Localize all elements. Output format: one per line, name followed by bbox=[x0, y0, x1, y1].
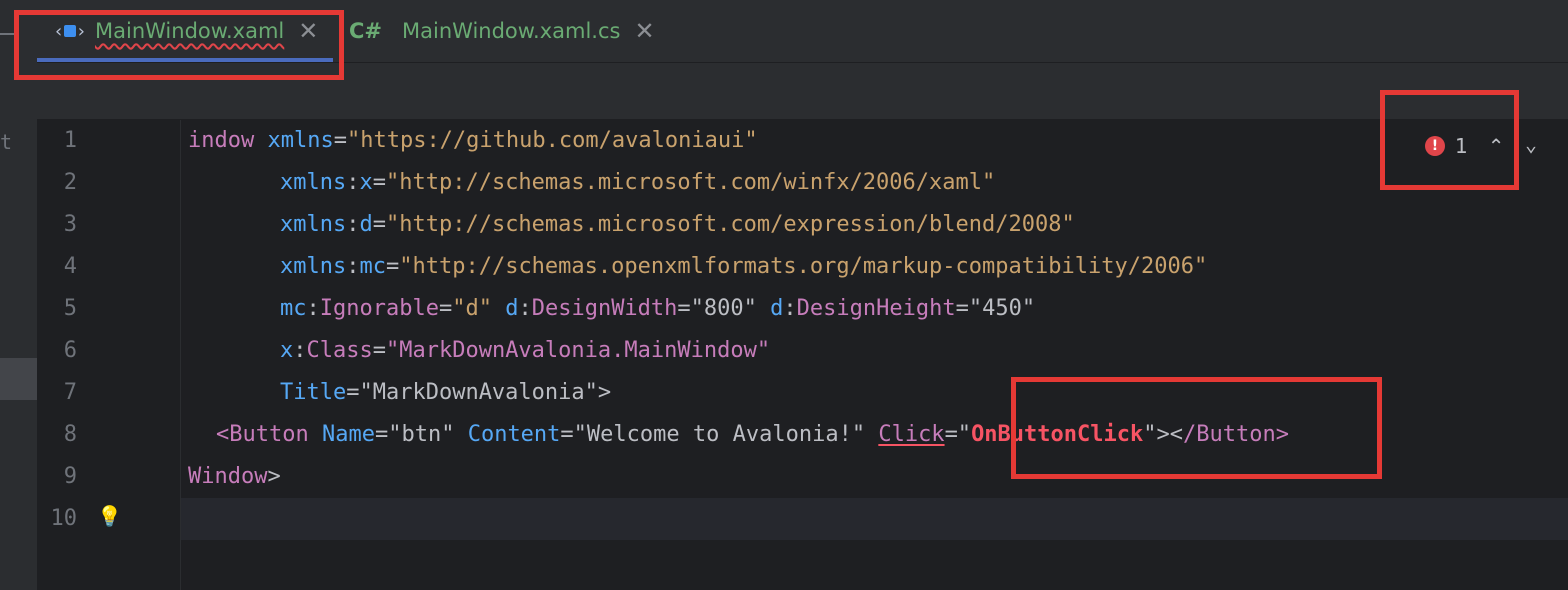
line-number: 1 bbox=[63, 128, 77, 153]
code-line-7: Title="MarkDownAvalonia"> bbox=[280, 380, 612, 405]
tab-label: MainWindow.xaml.cs bbox=[402, 19, 621, 43]
current-line-highlight bbox=[37, 498, 1568, 540]
line-number: 3 bbox=[63, 212, 77, 237]
line-number: 8 bbox=[63, 422, 77, 447]
code-line-5: mc:Ignorable="d" d:DesignWidth="800" d:D… bbox=[280, 296, 1036, 321]
code-editor[interactable]: 1 2 3 4 5 6 7 8 9 10 💡 indow xmlns="http… bbox=[37, 120, 1568, 590]
line-number: 2 bbox=[63, 170, 77, 195]
left-strip-selection bbox=[0, 358, 37, 400]
annotation-box-click bbox=[1011, 377, 1382, 479]
code-line-6: x:Class="MarkDownAvalonia.MainWindow" bbox=[280, 338, 771, 363]
line-number: 5 bbox=[63, 296, 77, 321]
annotation-box-tab bbox=[14, 10, 344, 80]
line-number: 10 bbox=[50, 506, 78, 531]
csharp-file-icon: C# bbox=[349, 19, 383, 43]
left-strip-char: t bbox=[0, 130, 13, 154]
left-tool-strip: t bbox=[0, 0, 38, 590]
line-number: 4 bbox=[63, 254, 77, 279]
lightbulb-icon[interactable]: 💡 bbox=[97, 504, 122, 528]
line-number: 6 bbox=[63, 338, 77, 363]
line-number: 9 bbox=[63, 464, 77, 489]
line-number: 7 bbox=[63, 380, 77, 405]
code-line-4: xmlns:mc="http://schemas.openxmlformats.… bbox=[280, 254, 1208, 279]
annotation-box-errors bbox=[1380, 90, 1519, 190]
chevron-down-icon[interactable]: ⌄ bbox=[1525, 132, 1537, 156]
code-line-3: xmlns:d="http://schemas.microsoft.com/ex… bbox=[280, 212, 1075, 237]
code-line-1: indow xmlns="https://github.com/avalonia… bbox=[188, 128, 758, 153]
line-number-gutter: 1 2 3 4 5 6 7 8 9 10 💡 bbox=[37, 120, 181, 590]
tab-mainwindow-xaml-cs[interactable]: C# MainWindow.xaml.cs ✕ bbox=[349, 0, 655, 62]
collapse-dash bbox=[0, 33, 14, 35]
code-line-9: Window> bbox=[188, 464, 281, 489]
code-line-2: xmlns:x="http://schemas.microsoft.com/wi… bbox=[280, 170, 996, 195]
close-icon[interactable]: ✕ bbox=[634, 17, 654, 45]
